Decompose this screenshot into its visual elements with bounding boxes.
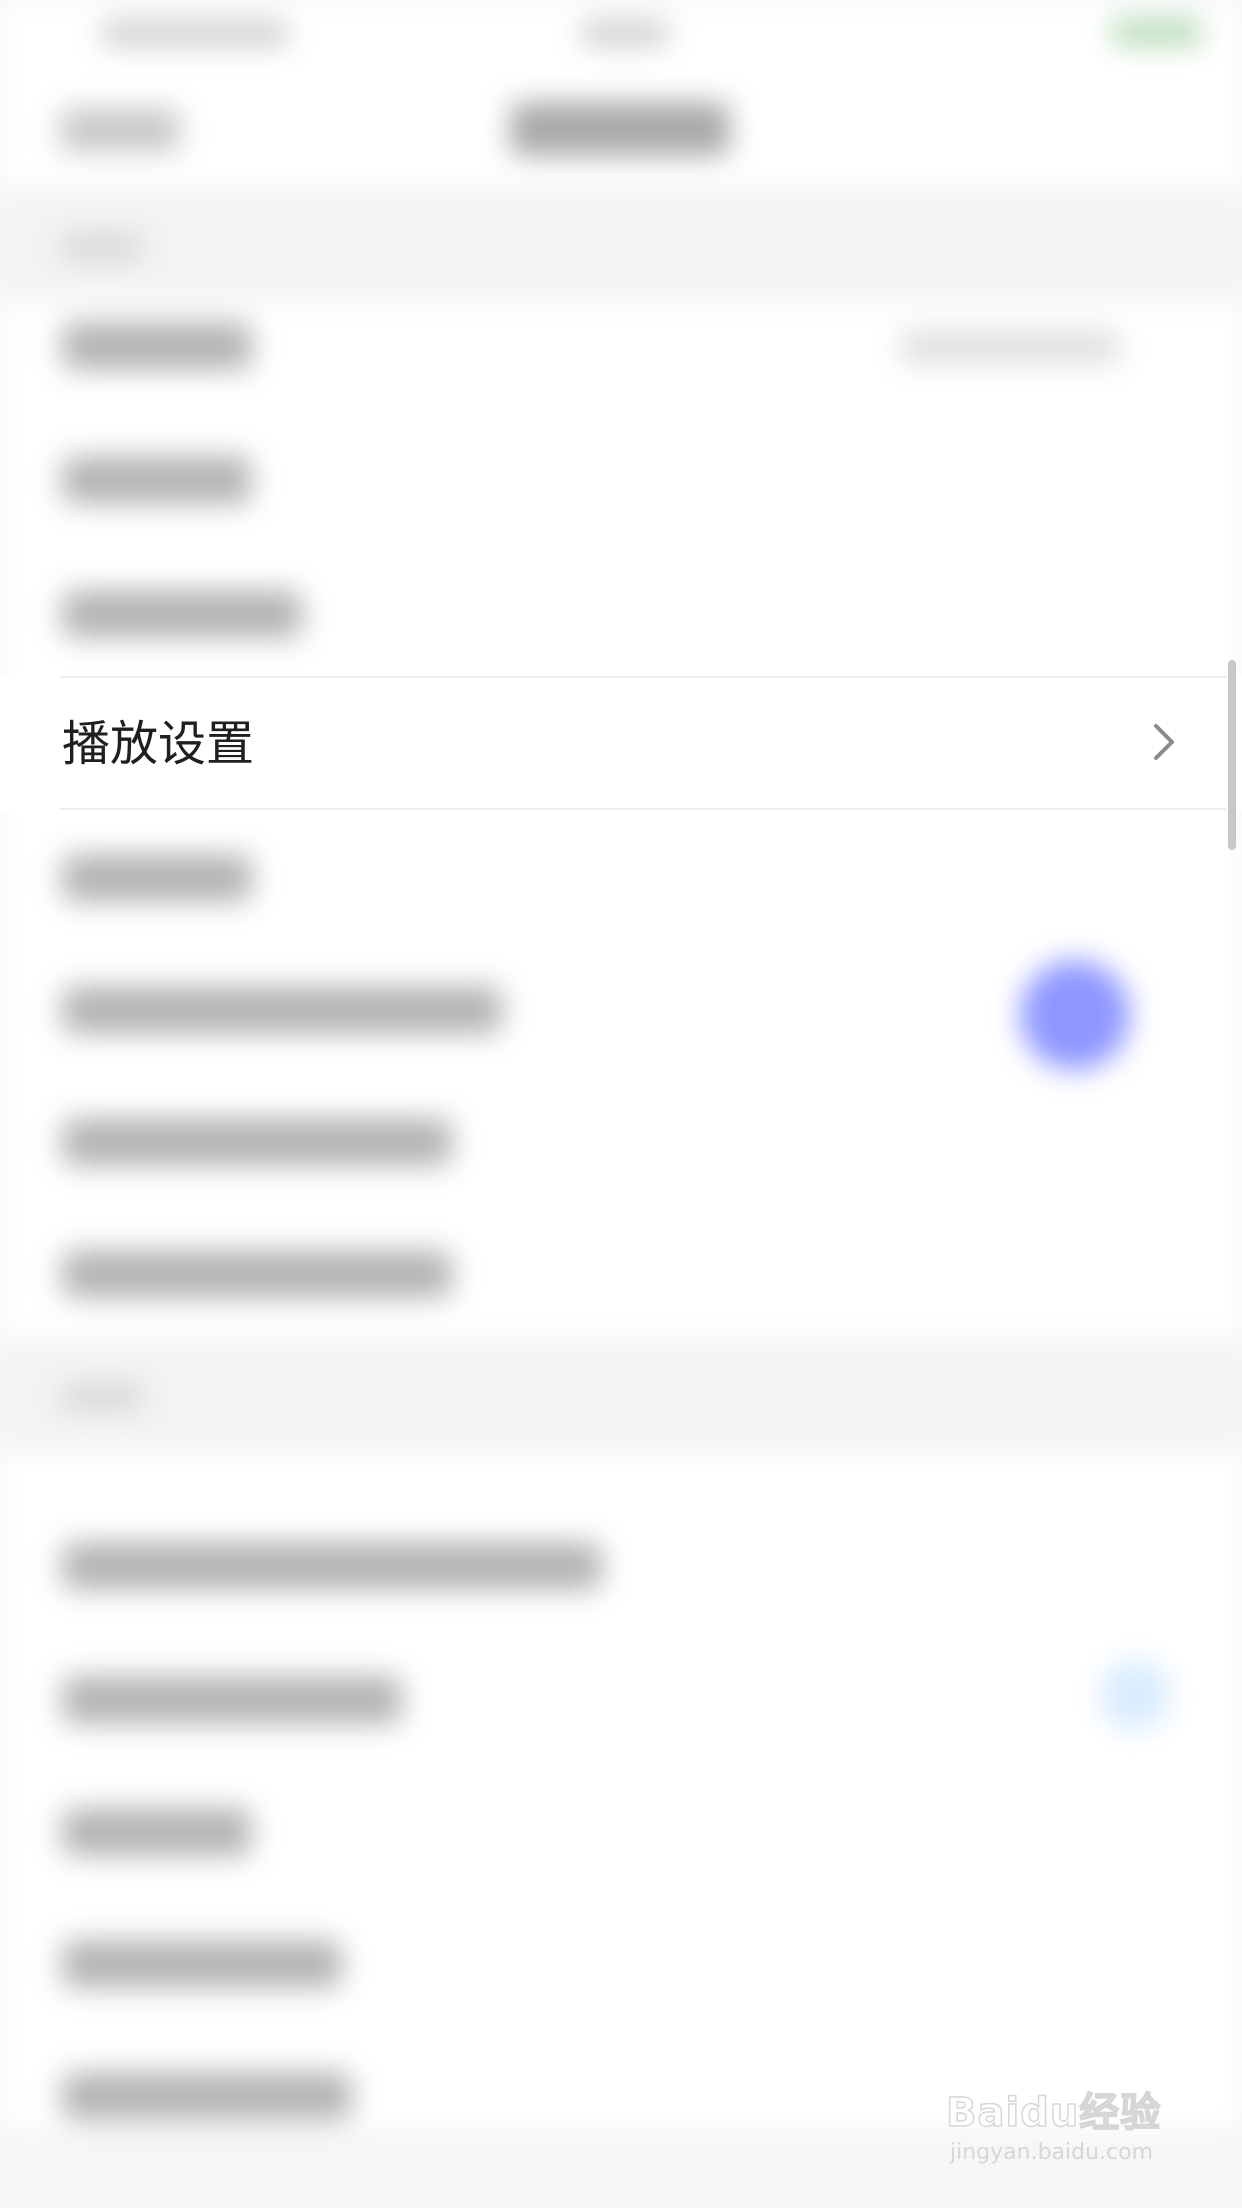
chevron-right-icon <box>1154 724 1174 760</box>
settings-row[interactable] <box>62 322 252 370</box>
settings-row[interactable] <box>62 986 502 1034</box>
settings-row[interactable] <box>62 854 252 902</box>
back-button[interactable] <box>60 108 180 152</box>
watermark-logo-text: Baidu经验 <box>945 2089 1162 2137</box>
settings-row[interactable] <box>62 1118 452 1166</box>
section-header-1-label <box>62 234 142 260</box>
nav-title <box>510 102 730 156</box>
settings-row[interactable] <box>62 1250 452 1298</box>
divider <box>60 676 1226 678</box>
toggle-switch[interactable] <box>1100 1660 1170 1730</box>
settings-row[interactable] <box>62 1940 342 1988</box>
watermark-url: jingyan.baidu.com <box>950 2140 1154 2165</box>
settings-page: 播放设置 Baidu经验 jingyan.baidu.com <box>0 0 1242 2208</box>
settings-row-value <box>900 330 1120 364</box>
section-header-1 <box>0 190 1242 300</box>
status-bar <box>0 0 1242 70</box>
toggle-switch[interactable] <box>1020 960 1130 1070</box>
divider <box>60 808 1226 810</box>
playback-settings-row[interactable]: 播放设置 <box>0 676 1242 810</box>
carrier-indicator <box>100 20 290 46</box>
baidu-jingyan-watermark: Baidu经验 jingyan.baidu.com <box>945 2080 1176 2180</box>
settings-row[interactable] <box>62 2072 352 2120</box>
playback-settings-label: 播放设置 <box>62 716 255 772</box>
settings-row[interactable] <box>62 1676 402 1724</box>
clock <box>580 20 670 46</box>
scrollbar[interactable] <box>1228 660 1236 850</box>
settings-row[interactable] <box>62 456 252 504</box>
settings-group-2 <box>0 1450 1242 2130</box>
section-header-2-label <box>62 1384 142 1410</box>
section-header-2 <box>0 1340 1242 1450</box>
battery-icon <box>1112 18 1202 46</box>
settings-row[interactable] <box>62 1542 602 1590</box>
settings-group-1 <box>0 300 1242 1340</box>
settings-row[interactable] <box>62 590 302 638</box>
settings-row[interactable] <box>62 1808 252 1856</box>
nav-bar <box>0 70 1242 190</box>
